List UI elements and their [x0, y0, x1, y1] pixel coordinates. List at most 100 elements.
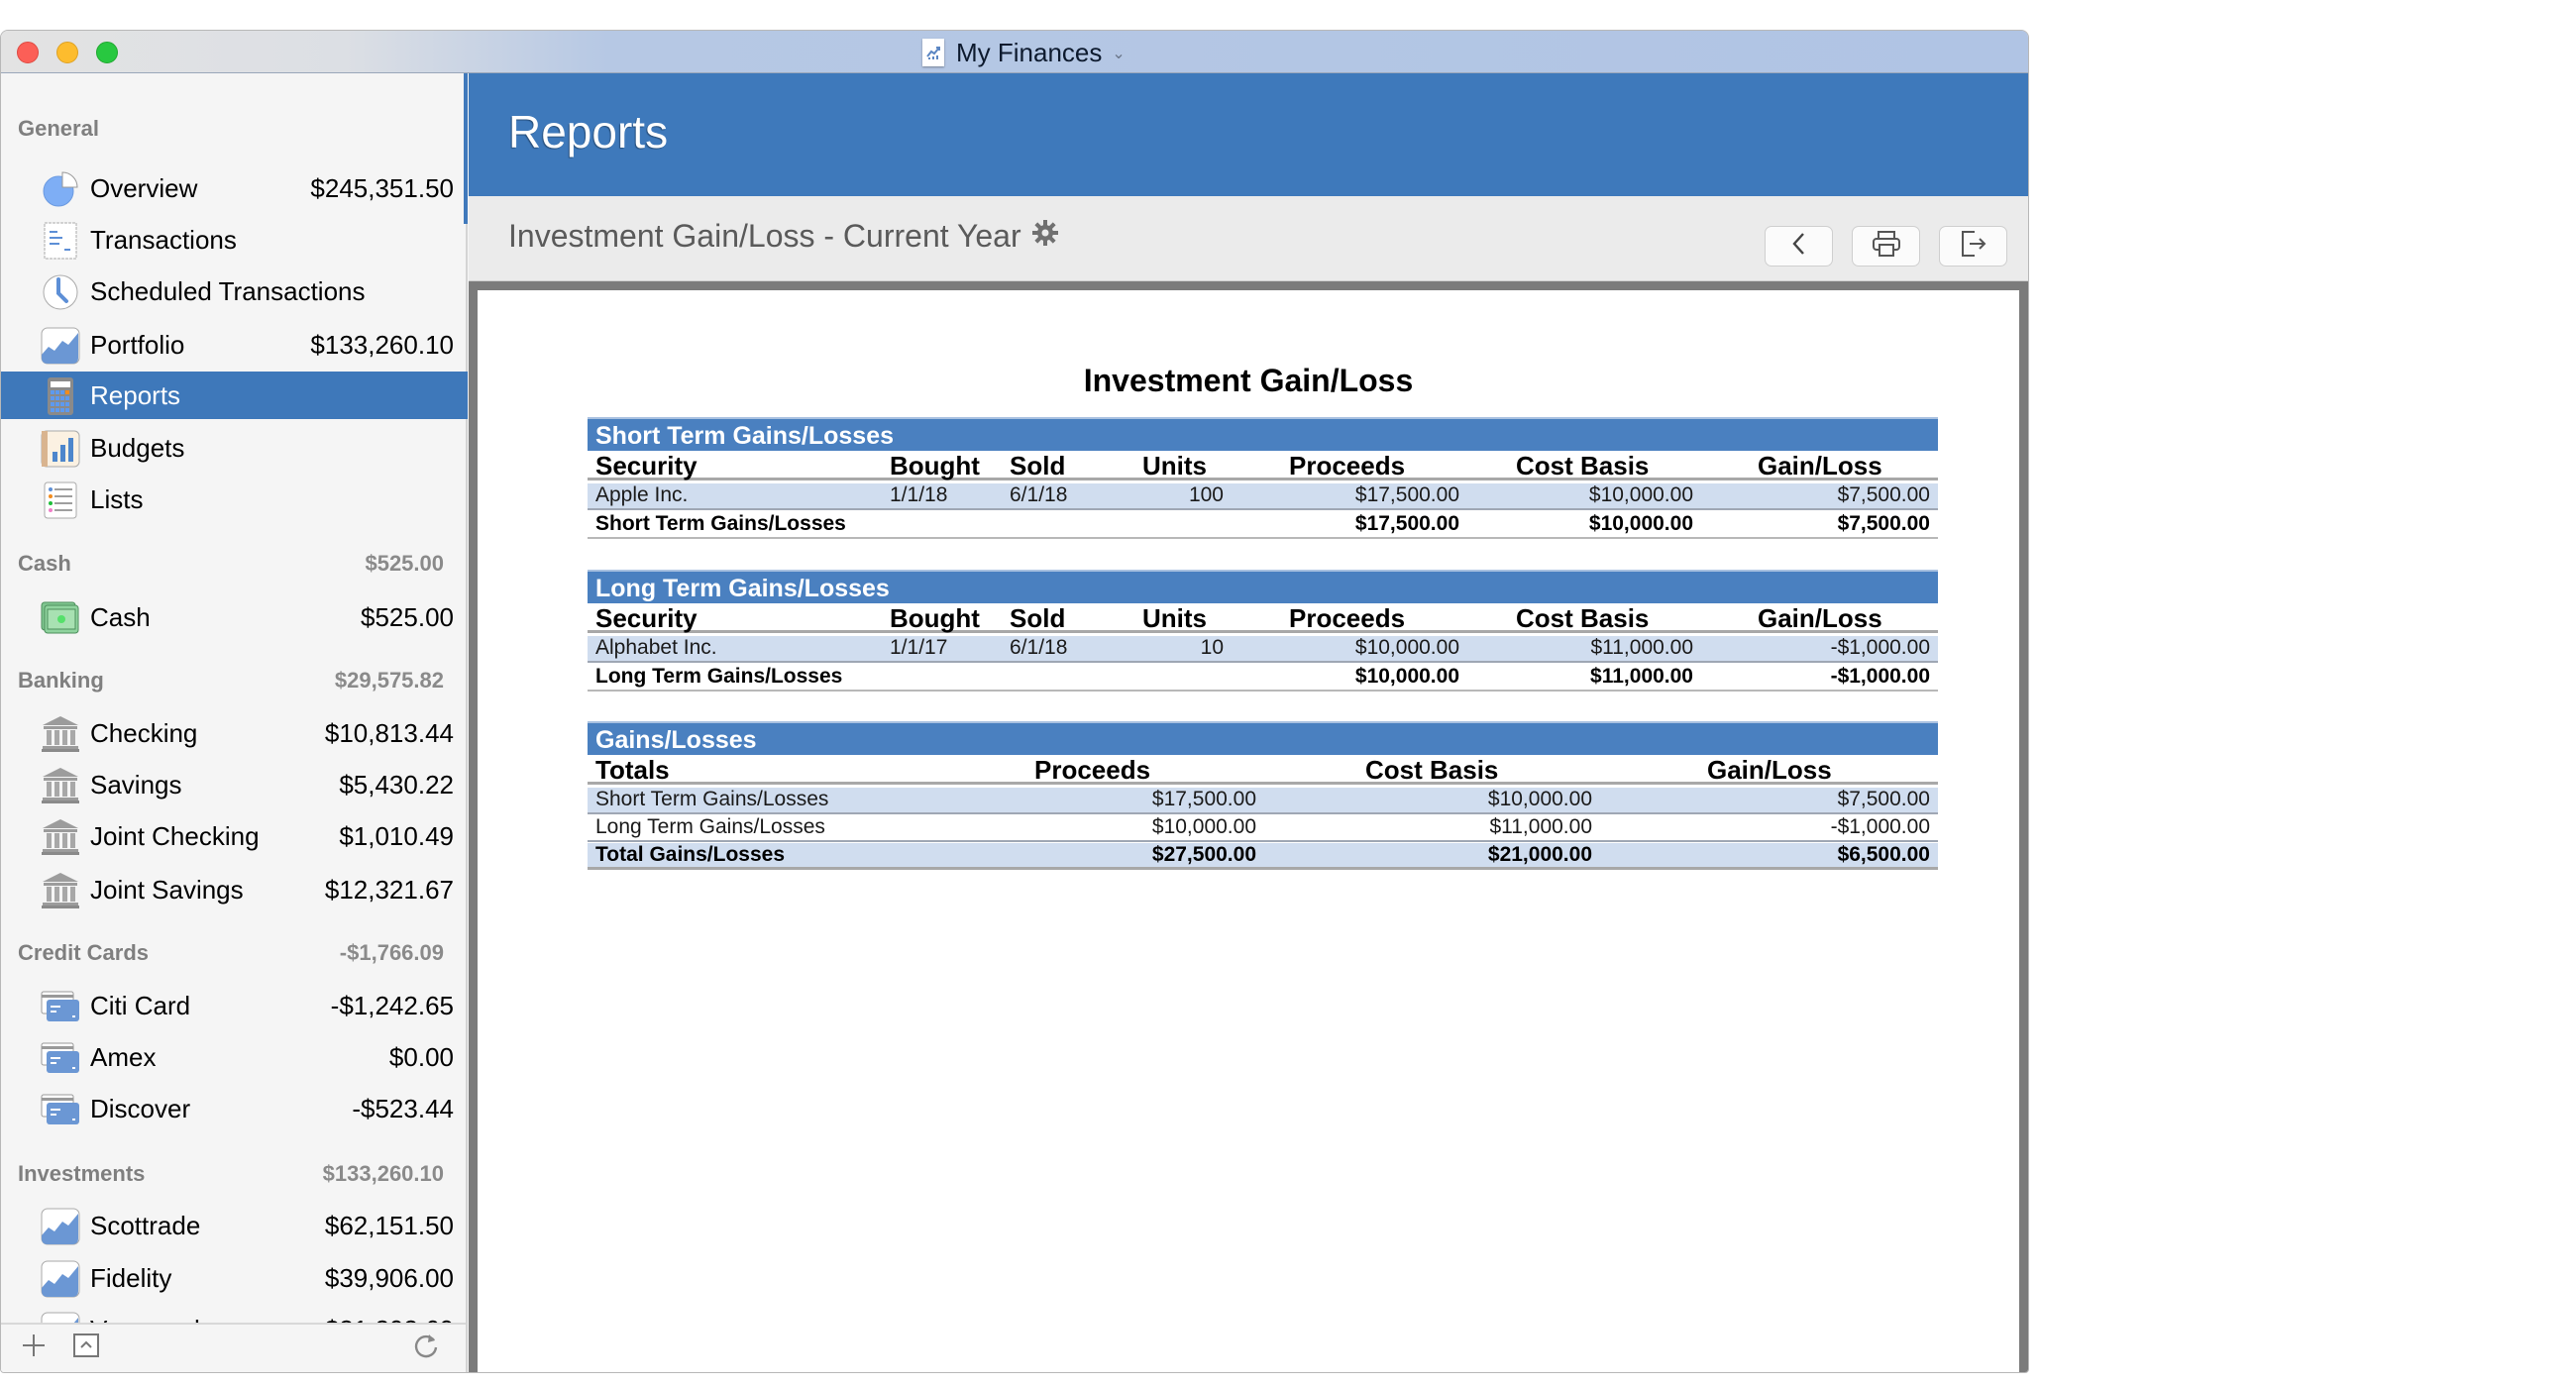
gear-icon[interactable] [1031, 219, 1059, 255]
sidebar-item-label: Checking [90, 717, 198, 748]
bank-icon [41, 767, 80, 804]
sidebar-item-savings[interactable]: Savings $5,430.22 [1, 761, 468, 808]
sidebar-section-cash: Cash $525.00 [18, 551, 444, 577]
long-term-heading: Long Term Gains/Losses [588, 570, 1938, 603]
cell-gain-loss: -$1,000.00 [1830, 815, 1930, 838]
sidebar-item-label: Reports [90, 379, 181, 410]
sidebar-item-checking[interactable]: Checking $10,813.44 [1, 709, 468, 757]
sidebar-item-value: $133,260.10 [310, 329, 454, 360]
section-total: $29,575.82 [334, 668, 444, 693]
sidebar-item-value: $1,010.49 [339, 820, 454, 851]
sidebar-item-overview[interactable]: Overview $245,351.50 [1, 164, 468, 212]
close-window-button[interactable] [17, 42, 39, 63]
sidebar-item-value: $245,351.50 [310, 172, 454, 203]
sidebar-item-scheduled-transactions[interactable]: Scheduled Transactions [1, 267, 468, 315]
cell-bought: 1/1/18 [890, 483, 948, 506]
table-row[interactable]: Alphabet Inc. 1/1/17 6/1/18 10 $10,000.0… [588, 636, 1938, 663]
sidebar-item-portfolio[interactable]: Portfolio $133,260.10 [1, 321, 468, 369]
bank-icon [41, 818, 80, 856]
section-label: Cash [18, 551, 71, 576]
minimize-window-button[interactable] [56, 42, 78, 63]
sidebar-item-transactions[interactable]: Transactions [1, 216, 468, 264]
sidebar-item-label: Citi Card [90, 990, 191, 1020]
report-name: Investment Gain/Loss - Current Year [508, 218, 1059, 255]
sidebar-item-label: Fidelity [90, 1262, 172, 1293]
total-cost-basis: $21,000.00 [1487, 843, 1592, 866]
col-security: Security [595, 603, 698, 633]
collapse-icon[interactable] [72, 1333, 100, 1364]
sidebar-item-joint-checking[interactable]: Joint Checking $1,010.49 [1, 812, 468, 860]
print-button[interactable] [1852, 226, 1920, 267]
chevron-down-icon: ⌄ [1112, 46, 1126, 62]
sidebar-item-reports[interactable]: Reports [1, 372, 468, 419]
sidebar-item-label: Portfolio [90, 329, 185, 360]
sidebar-item-label: Transactions [90, 224, 237, 255]
col-sold: Sold [1010, 603, 1066, 633]
print-icon [1872, 230, 1901, 263]
sidebar-section-investments: Investments $133,260.10 [18, 1161, 444, 1187]
cell-security: Apple Inc. [595, 483, 689, 506]
sidebar-item-amex[interactable]: Amex $0.00 [1, 1033, 468, 1081]
col-gain-loss: Gain/Loss [1758, 451, 1882, 480]
sidebar-item-label: Savings [90, 769, 182, 800]
short-term-heading: Short Term Gains/Losses [588, 417, 1938, 451]
sidebar-item-label: Cash [90, 601, 151, 632]
col-sold: Sold [1010, 451, 1066, 480]
sidebar-section-banking: Banking $29,575.82 [18, 668, 444, 694]
report-toolbar: Investment Gain/Loss - Current Year [469, 196, 2028, 281]
col-security: Security [595, 451, 698, 480]
sidebar-item-label: Scheduled Transactions [90, 275, 366, 306]
cell-proceeds: $17,500.00 [1354, 483, 1459, 506]
cell-sold: 6/1/18 [1010, 483, 1068, 506]
sidebar-item-lists[interactable]: Lists [1, 476, 468, 523]
cell-proceeds: $10,000.00 [1151, 815, 1256, 838]
cell-proceeds: $17,500.00 [1151, 788, 1256, 810]
total-gain-loss: $6,500.00 [1837, 843, 1930, 866]
app-window: My Finances ⌄ General Overview $245,351.… [0, 30, 2029, 1373]
report-name-label: Investment Gain/Loss - Current Year [508, 218, 1021, 254]
col-proceeds: Proceeds [1034, 755, 1151, 785]
pie-chart-icon [41, 170, 80, 208]
cell-label: Long Term Gains/Losses [595, 815, 825, 838]
sidebar-item-cash[interactable]: Cash $525.00 [1, 593, 468, 641]
total-label: Total Gains/Losses [595, 843, 785, 866]
window-title-menu[interactable]: My Finances ⌄ [922, 37, 1126, 68]
report-title: Investment Gain/Loss [1083, 363, 1414, 398]
add-account-button[interactable] [21, 1333, 47, 1364]
sidebar-item-budgets[interactable]: Budgets [1, 424, 468, 472]
area-chart-icon [41, 1208, 80, 1245]
section-total: -$1,766.09 [339, 940, 444, 965]
sidebar-item-value: $12,321.67 [324, 874, 454, 905]
cell-gain-loss: -$1,000.00 [1830, 636, 1930, 659]
total-label: Short Term Gains/Losses [595, 512, 846, 535]
sidebar-item-discover[interactable]: Discover -$523.44 [1, 1085, 468, 1132]
cell-cost-basis: $11,000.00 [1590, 636, 1693, 659]
cell-label: Short Term Gains/Losses [595, 788, 829, 810]
sidebar-section-general: General [18, 116, 444, 142]
total-proceeds: $27,500.00 [1151, 843, 1256, 866]
zoom-window-button[interactable] [96, 42, 118, 63]
col-bought: Bought [890, 451, 980, 480]
clock-icon [41, 273, 80, 311]
table-row[interactable]: Long Term Gains/Losses $10,000.00 $11,00… [588, 815, 1938, 842]
sidebar-item-fidelity[interactable]: Fidelity $39,906.00 [1, 1254, 468, 1302]
sidebar-section-credit-cards: Credit Cards -$1,766.09 [18, 940, 444, 966]
receipt-icon [41, 222, 80, 260]
sidebar-item-value: $62,151.50 [324, 1210, 454, 1240]
table-row[interactable]: Short Term Gains/Losses $17,500.00 $10,0… [588, 788, 1938, 814]
cell-gain-loss: $7,500.00 [1837, 483, 1930, 506]
col-proceeds: Proceeds [1289, 451, 1406, 480]
cash-icon [41, 599, 80, 637]
long-term-total-row: Long Term Gains/Losses $10,000.00 $11,00… [588, 665, 1938, 692]
export-button[interactable] [1939, 226, 2007, 267]
col-cost-basis: Cost Basis [1516, 603, 1650, 633]
sidebar-item-joint-savings[interactable]: Joint Savings $12,321.67 [1, 866, 468, 913]
total-label: Long Term Gains/Losses [595, 665, 843, 688]
table-row[interactable]: Apple Inc. 1/1/18 6/1/18 100 $17,500.00 … [588, 483, 1938, 510]
sidebar-item-citi-card[interactable]: Citi Card -$1,242.65 [1, 982, 468, 1029]
sidebar-item-value: $525.00 [361, 601, 454, 632]
total-gain-loss: $7,500.00 [1837, 512, 1930, 535]
sidebar-item-scottrade[interactable]: Scottrade $62,151.50 [1, 1202, 468, 1249]
back-button[interactable] [1765, 226, 1833, 267]
refresh-icon[interactable] [412, 1333, 440, 1366]
